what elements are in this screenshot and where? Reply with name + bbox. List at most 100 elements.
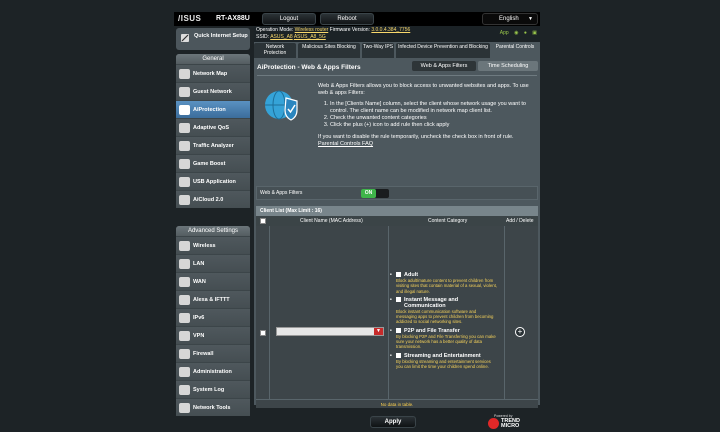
network-map-icon: [179, 69, 190, 79]
step-item: Check the unwanted content categories: [330, 115, 536, 122]
trend-micro-badge: Powered by TREND MICRO: [486, 414, 534, 432]
intro-text: Web & Apps Filters allows you to block a…: [318, 83, 529, 96]
tab-network-protection[interactable]: Network Protection: [254, 43, 296, 58]
ssid-24-link[interactable]: ASUS_A8: [270, 34, 293, 40]
sidebar-item-aicloud[interactable]: AiCloud 2.0: [176, 190, 250, 208]
usb-icon: [179, 177, 190, 187]
category-checkbox[interactable]: [396, 352, 401, 358]
sidebar-item-wan[interactable]: WAN: [176, 272, 250, 290]
client-select[interactable]: ▼: [276, 327, 384, 336]
table-header: Client Name (MAC Address) Content Catego…: [256, 216, 538, 226]
sidebar-item-firewall[interactable]: Firewall: [176, 344, 250, 362]
expand-icon[interactable]: •: [390, 353, 392, 359]
sidebar-item-usb-application[interactable]: USB Application: [176, 172, 250, 190]
sidebar-item-aiprotection[interactable]: AiProtection: [176, 100, 250, 118]
step-item: Click the plus (+) icon to add rule then…: [330, 122, 536, 129]
category-checkbox[interactable]: [396, 296, 401, 302]
sidebar-item-traffic-analyzer[interactable]: Traffic Analyzer: [176, 136, 250, 154]
web-filter-shield-icon: [265, 90, 298, 121]
sidebar-item-administration[interactable]: Administration: [176, 362, 250, 380]
op-mode-label: Operation Mode:: [256, 27, 294, 33]
usb-status-icon[interactable]: ▣: [532, 30, 537, 36]
admin-icon: [179, 367, 190, 377]
tab-malicious-sites[interactable]: Malicious Sites Blocking: [298, 43, 360, 58]
status-line-2: SSID: ASUS_A8 ASUS_A8_5G: [256, 34, 326, 40]
category-desc: By blocking streaming and entertainment …: [396, 358, 491, 369]
tab-two-way-ips[interactable]: Two-Way IPS: [362, 43, 394, 58]
reboot-button[interactable]: Reboot: [320, 13, 374, 25]
trend-micro-label: TREND MICRO: [501, 418, 520, 429]
general-panel: General Network Map Guest Network AiProt…: [176, 54, 250, 208]
logout-button[interactable]: Logout: [262, 13, 316, 25]
shield-icon: [179, 105, 190, 115]
expand-icon[interactable]: •: [390, 328, 392, 334]
cloud-icon: [179, 195, 190, 205]
sidebar-item-lan[interactable]: LAN: [176, 254, 250, 272]
category-name: Adult: [404, 272, 419, 278]
gamepad-icon: [179, 159, 190, 169]
asus-logo: /ISUS: [178, 14, 202, 23]
step-item: In the [Clients Name] column, select the…: [330, 101, 536, 114]
ssid-5g-link[interactable]: ASUS_A8_5G: [294, 34, 326, 40]
tab-parental-controls[interactable]: Parental Controls: [492, 43, 538, 58]
client-list-header: Client List (Max Limit : 16): [256, 206, 538, 216]
category-streaming: • Streaming and Entertainment By blocking…: [390, 352, 498, 370]
apply-button[interactable]: Apply: [370, 416, 416, 428]
category-checkbox[interactable]: [396, 327, 401, 333]
firmware-label: Firmware Version:: [329, 27, 370, 33]
expand-icon[interactable]: •: [390, 272, 392, 278]
expand-icon[interactable]: •: [390, 297, 392, 303]
sidebar-item-system-log[interactable]: System Log: [176, 380, 250, 398]
sidebar-item-guest-network[interactable]: Guest Network: [176, 82, 250, 100]
sidebar-item-network-map[interactable]: Network Map: [176, 64, 250, 82]
subtab-time-scheduling[interactable]: Time Scheduling: [478, 61, 538, 71]
alexa-icon: [179, 295, 190, 305]
select-all-checkbox[interactable]: [260, 218, 266, 224]
page-title: AiProtection - Web & Apps Filters: [257, 64, 361, 71]
sidebar-item-vpn[interactable]: VPN: [176, 326, 250, 344]
tab-infected-device[interactable]: Infected Device Prevention and Blocking: [396, 43, 490, 58]
wifi-status-icon[interactable]: ◉: [514, 30, 518, 36]
op-mode-link[interactable]: Wireless router: [295, 27, 329, 33]
chevron-down-icon: ▼: [528, 16, 533, 22]
ssid-label: SSID:: [256, 34, 270, 40]
category-name: Streaming and Entertainment: [404, 352, 481, 359]
log-icon: [179, 385, 190, 395]
powered-by-label: Powered by: [494, 414, 513, 418]
row-checkbox[interactable]: [260, 330, 266, 336]
wand-icon: [181, 34, 189, 42]
sidebar-item-network-tools[interactable]: Network Tools: [176, 398, 250, 416]
sidebar-item-ipv6[interactable]: IPv6: [176, 308, 250, 326]
internet-status-icon[interactable]: ●: [524, 30, 527, 36]
no-data-text: No data in table.: [256, 399, 538, 408]
add-rule-button[interactable]: +: [515, 327, 525, 337]
subtab-web-apps-filters[interactable]: Web & Apps Filters: [412, 61, 476, 71]
category-im: • Instant Message and Communication Block…: [390, 296, 498, 325]
language-select[interactable]: English ▼: [482, 13, 538, 25]
status-line-1: Operation Mode: Wireless router Firmware…: [256, 27, 410, 33]
sidebar-item-game-boost[interactable]: Game Boost: [176, 154, 250, 172]
router-frame: /ISUS RT-AX88U Logout Reboot English ▼ O…: [174, 12, 540, 429]
filter-label: Web & Apps Filters: [260, 190, 303, 196]
filter-toggle[interactable]: ON: [361, 189, 389, 198]
category-checkbox[interactable]: [396, 272, 401, 277]
app-label[interactable]: App: [500, 30, 509, 36]
col-divider: [388, 226, 389, 399]
col-add-delete: Add / Delete: [506, 218, 534, 224]
advanced-title: Advanced Settings: [176, 226, 250, 236]
steps-list: In the [Clients Name] column, select the…: [330, 101, 536, 128]
ipv6-icon: [179, 313, 190, 323]
language-value: English: [499, 16, 519, 22]
sidebar-item-adaptive-qos[interactable]: Adaptive QoS: [176, 118, 250, 136]
faq-link[interactable]: Parental Controls FAQ: [318, 141, 536, 148]
col-content-category: Content Category: [428, 218, 468, 224]
sidebar-item-alexa[interactable]: Alexa & IFTTT: [176, 290, 250, 308]
category-desc: Block instant communication software and…: [396, 308, 494, 325]
firmware-link[interactable]: 3.0.0.4.384_7756: [371, 27, 410, 33]
category-name: P2P and File Transfer: [404, 327, 460, 334]
divider: [257, 75, 537, 76]
table-row: ▼ • Adult Block adult/mature content to p…: [256, 226, 538, 399]
chart-icon: [179, 141, 190, 151]
quick-setup-button[interactable]: Quick Internet Setup: [176, 28, 250, 50]
sidebar-item-wireless[interactable]: Wireless: [176, 236, 250, 254]
